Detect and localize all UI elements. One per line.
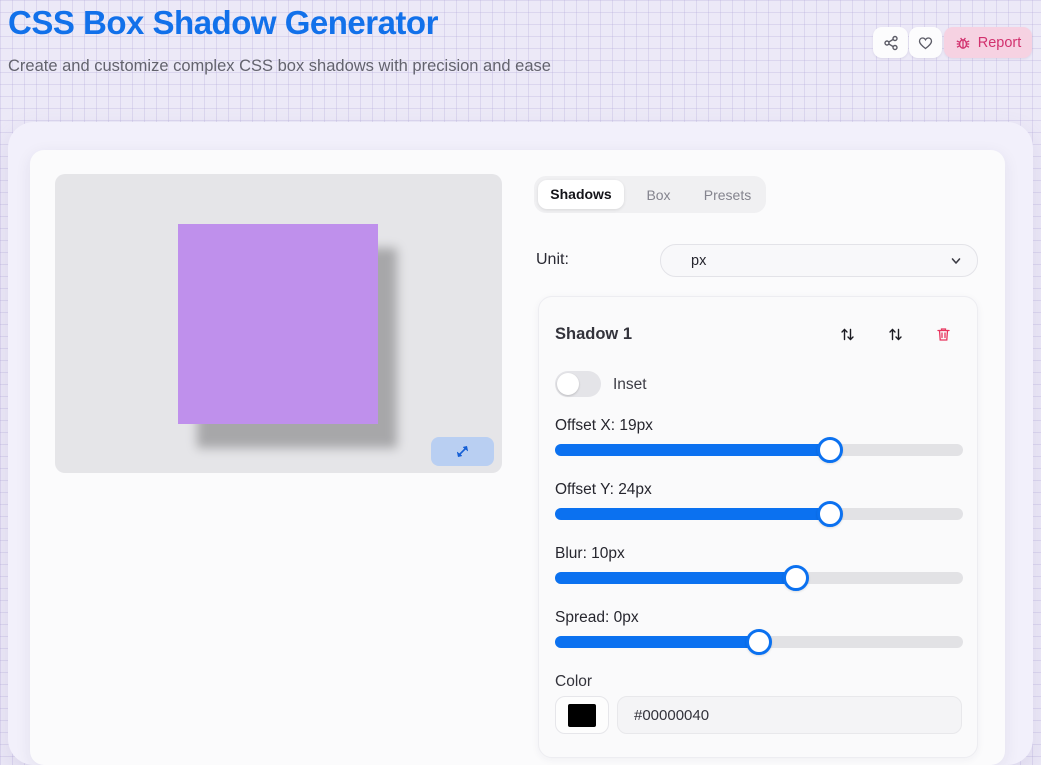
chevron-down-icon (949, 254, 963, 268)
generator-card: Shadows Box Presets Unit: px Shadow 1 (30, 150, 1005, 765)
offset-y-label: Offset Y: 24px (555, 481, 963, 499)
unit-select-value: px (691, 253, 949, 269)
offset-y-slider-fill (555, 508, 830, 520)
heart-icon (917, 35, 934, 51)
delete-shadow-button[interactable] (934, 325, 952, 343)
offset-y-slider-thumb[interactable] (817, 501, 843, 527)
share-button[interactable] (873, 27, 908, 58)
move-shadow-down-button[interactable] (886, 325, 904, 343)
expand-icon (454, 443, 471, 460)
reorder-arrows-icon (887, 326, 904, 343)
page-subtitle: Create and customize complex CSS box sha… (8, 57, 551, 76)
spread-slider-group: Spread: 0px (555, 609, 963, 648)
spread-slider[interactable] (555, 636, 963, 648)
color-swatch-button[interactable] (555, 696, 609, 734)
inset-toggle-label: Inset (613, 376, 647, 394)
spread-label: Spread: 0px (555, 609, 963, 627)
inset-toggle[interactable] (555, 371, 601, 397)
preview-box (178, 224, 378, 424)
spread-slider-fill (555, 636, 759, 648)
offset-x-slider-thumb[interactable] (817, 437, 843, 463)
unit-select[interactable]: px (660, 244, 978, 277)
spread-slider-thumb[interactable] (746, 629, 772, 655)
expand-preview-button[interactable] (431, 437, 494, 466)
inset-toggle-knob (557, 373, 579, 395)
offset-y-slider[interactable] (555, 508, 963, 520)
blur-slider-group: Blur: 10px (555, 545, 963, 584)
report-button[interactable]: Report (944, 27, 1032, 58)
offset-x-slider-fill (555, 444, 830, 456)
offset-x-slider[interactable] (555, 444, 963, 456)
color-hex-input[interactable] (617, 696, 962, 734)
bug-icon (955, 35, 971, 51)
offset-x-slider-group: Offset X: 19px (555, 417, 963, 456)
blur-slider-thumb[interactable] (783, 565, 809, 591)
trash-icon (935, 326, 952, 343)
offset-x-label: Offset X: 19px (555, 417, 963, 435)
tab-box[interactable]: Box (624, 187, 693, 203)
preview-panel (55, 174, 502, 473)
color-swatch (568, 704, 596, 727)
color-label: Color (555, 673, 592, 691)
shadow-card-title: Shadow 1 (555, 325, 632, 344)
report-button-label: Report (978, 35, 1022, 51)
blur-slider[interactable] (555, 572, 963, 584)
blur-label: Blur: 10px (555, 545, 963, 563)
blur-slider-fill (555, 572, 796, 584)
tab-shadows[interactable]: Shadows (538, 180, 624, 209)
tab-presets[interactable]: Presets (693, 187, 762, 203)
page-title: CSS Box Shadow Generator (8, 4, 438, 42)
shadow-1-card: Shadow 1 (538, 296, 978, 758)
unit-label: Unit: (536, 251, 569, 269)
move-shadow-up-button[interactable] (838, 325, 856, 343)
offset-y-slider-group: Offset Y: 24px (555, 481, 963, 520)
favorite-button[interactable] (909, 27, 942, 58)
share-nodes-icon (883, 35, 899, 51)
tab-bar: Shadows Box Presets (534, 176, 766, 213)
reorder-arrows-icon (839, 326, 856, 343)
